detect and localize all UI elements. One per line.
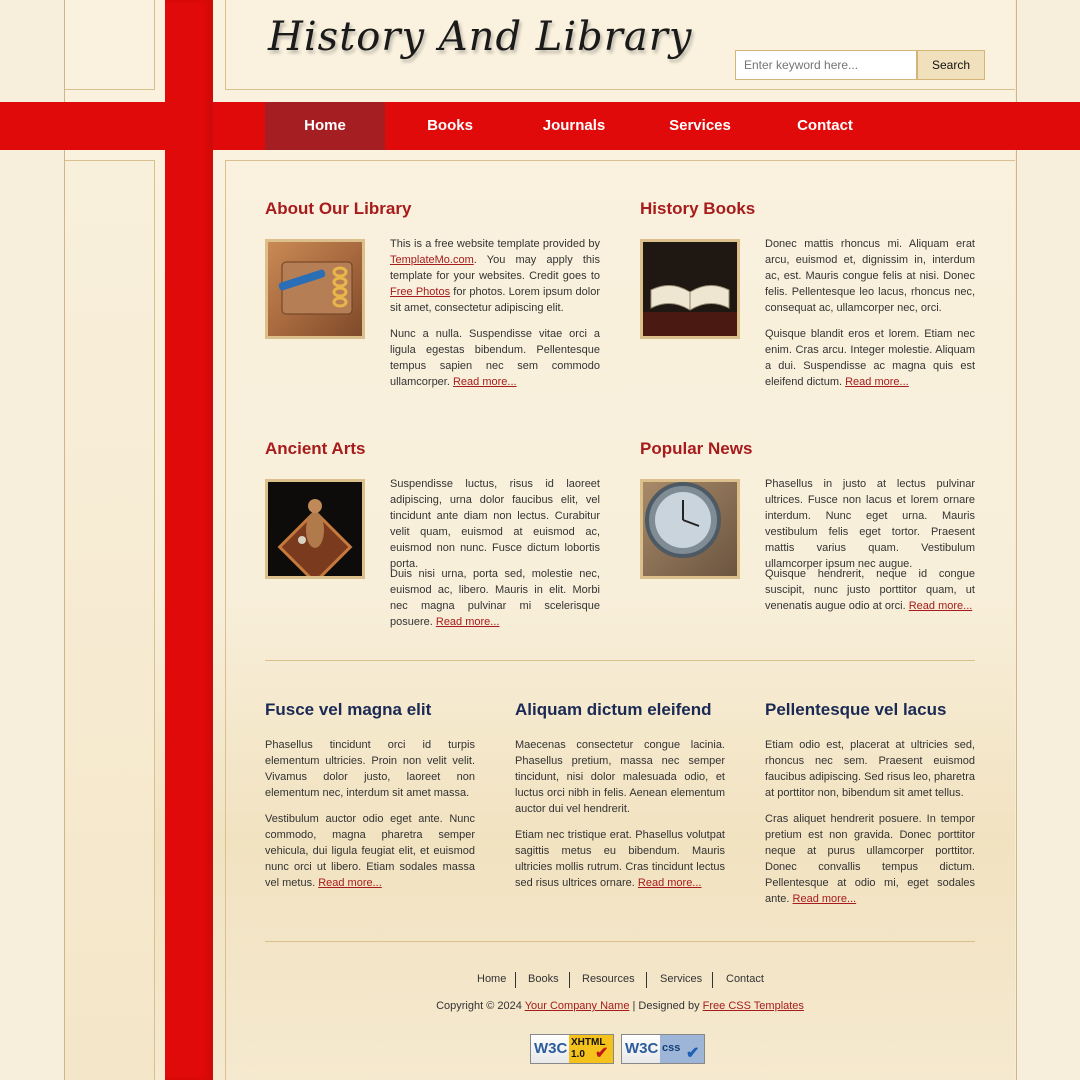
xhtml-validator-badge[interactable]: W3C XHTML 1.0 ✔ (530, 1034, 614, 1064)
popular-news-paragraph-2: Quisque hendrerit, neque id congue susci… (765, 568, 975, 612)
xhtml-badge-w3c: W3C (534, 1040, 568, 1057)
column-2-paragraph-2: Etiam nec tristique erat. Phasellus volu… (515, 829, 725, 889)
footer-nav-home[interactable]: Home (477, 973, 506, 985)
notebook-image (278, 261, 353, 315)
footer-nav-books[interactable]: Books (528, 973, 559, 985)
site-title: History And Library (268, 14, 693, 60)
figurine-image (268, 482, 362, 576)
left-decorative-panel (65, 160, 155, 1080)
search-input[interactable] (735, 50, 917, 80)
ancient-arts-paragraph-2: Duis nisi urna, porta sed, molestie nec,… (390, 568, 600, 628)
popular-news-paragraph-1: Phasellus in justo at lectus pulvinar ul… (765, 478, 975, 570)
history-books-paragraph-2: Quisque blandit eros et lorem. Etiam nec… (765, 328, 975, 388)
nav-journals[interactable]: Journals (514, 102, 634, 150)
column-2-paragraph-1: Maecenas consectetur congue lacinia. Pha… (515, 739, 725, 815)
css-validator-badge[interactable]: W3C css ✔ (621, 1034, 705, 1064)
column-1-paragraph-1: Phasellus tincidunt orci id turpis eleme… (265, 739, 475, 799)
checkmark-icon: ✔ (595, 1045, 609, 1062)
checkmark-icon: ✔ (686, 1045, 700, 1062)
open-book-photo (640, 239, 740, 339)
footer-nav-separator (569, 972, 570, 988)
company-link[interactable]: Your Company Name (525, 1000, 630, 1012)
ancient-arts-paragraph-1: Suspendisse luctus, risus id laoreet adi… (390, 478, 600, 570)
about-read-more-link[interactable]: Read more... (453, 376, 517, 388)
footer-nav-separator (712, 972, 713, 988)
css-badge-label: css (662, 1042, 681, 1054)
column-3-read-more-link[interactable]: Read more... (793, 893, 857, 905)
footer-divider (265, 941, 975, 942)
left-decorative-panel-top (65, 0, 155, 90)
about-paragraph-1: This is a free website template provided… (390, 238, 601, 314)
right-background (1016, 0, 1080, 1080)
column-2-title: Aliquam dictum eleifend (515, 700, 712, 719)
column-2-read-more-link[interactable]: Read more... (638, 877, 702, 889)
footer-nav-separator (515, 972, 516, 988)
vertical-ribbon (165, 0, 213, 1080)
figurine-photo (265, 479, 365, 579)
column-1-title: Fusce vel magna elit (265, 700, 432, 719)
history-books-title: History Books (640, 199, 756, 218)
column-3-paragraph-1: Etiam odio est, placerat at ultricies se… (765, 739, 975, 799)
footer-nav-resources[interactable]: Resources (582, 973, 635, 985)
column-3-paragraph-2: Cras aliquet hendrerit posuere. In tempo… (765, 813, 975, 905)
footer-nav-separator (646, 972, 647, 988)
popular-news-title: Popular News (640, 439, 753, 458)
notebook-photo (265, 239, 365, 339)
free-photos-link[interactable]: Free Photos (390, 286, 450, 298)
open-book-image (643, 242, 737, 336)
history-books-paragraph-1: Donec mattis rhoncus mi. Aliquam erat ar… (765, 238, 975, 314)
column-3-title: Pellentesque vel lacus (765, 700, 947, 719)
nav-services[interactable]: Services (640, 102, 760, 150)
footer-nav-contact[interactable]: Contact (726, 973, 764, 985)
copyright-text: Copyright © 2024 Your Company Name | Des… (436, 1000, 804, 1012)
css-badge-w3c: W3C (625, 1040, 659, 1057)
popular-news-read-more-link[interactable]: Read more... (909, 600, 973, 612)
search-button[interactable]: Search (917, 50, 985, 80)
column-1-paragraph-2: Vestibulum auctor odio eget ante. Nunc c… (265, 813, 475, 889)
content-divider (265, 660, 975, 661)
history-books-read-more-link[interactable]: Read more... (845, 376, 909, 388)
nav-home[interactable]: Home (265, 102, 385, 150)
left-background (0, 0, 65, 1080)
footer-nav-services[interactable]: Services (660, 973, 702, 985)
about-paragraph-2: Nunc a nulla. Suspendisse vitae orci a l… (390, 328, 600, 388)
nav-contact[interactable]: Contact (765, 102, 885, 150)
templatemo-link[interactable]: TemplateMo.com (390, 254, 474, 266)
watch-photo (640, 479, 740, 579)
ancient-arts-read-more-link[interactable]: Read more... (436, 616, 500, 628)
designer-link[interactable]: Free CSS Templates (703, 1000, 804, 1012)
nav-books[interactable]: Books (390, 102, 510, 150)
about-library-title: About Our Library (265, 199, 412, 218)
ancient-arts-title: Ancient Arts (265, 439, 366, 458)
column-1-read-more-link[interactable]: Read more... (318, 877, 382, 889)
xhtml-badge-version: 1.0 (571, 1049, 585, 1060)
watch-image (645, 482, 721, 558)
